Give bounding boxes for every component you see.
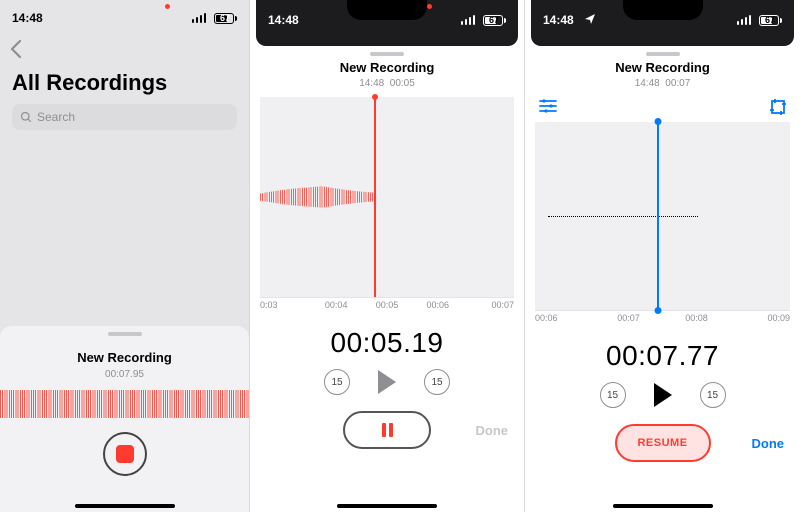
recording-title: New Recording	[250, 60, 524, 75]
recording-title: New Recording	[77, 350, 172, 365]
sheet-grabber[interactable]	[108, 332, 142, 336]
screen-all-recordings: 14:48 67 All Recordings Search New Recor…	[0, 0, 250, 512]
recording-elapsed: 00:07.95	[105, 369, 144, 380]
playhead[interactable]	[657, 122, 659, 310]
recording-indicator-dot	[165, 4, 170, 9]
cellular-icon	[737, 15, 752, 25]
current-time-display: 00:07.77	[525, 340, 800, 372]
waveform-canvas[interactable]	[260, 97, 514, 297]
screen-recording-paused-preview: 14:48 67 New Recording 14:48 00:05 0:030…	[250, 0, 525, 512]
card-top-edge	[256, 36, 518, 46]
home-indicator[interactable]	[337, 504, 437, 508]
status-bar: 14:48 67	[256, 0, 518, 36]
pause-record-button[interactable]	[343, 411, 431, 449]
options-button[interactable]	[539, 99, 557, 120]
pause-icon	[389, 423, 393, 437]
status-time: 14:48	[268, 13, 299, 27]
home-indicator[interactable]	[613, 504, 713, 508]
recording-title: New Recording	[525, 60, 800, 75]
card-top-edge	[531, 36, 794, 46]
waveform-bars	[260, 179, 374, 215]
time-ruler: 0:0300:0400:0500:0600:07	[260, 297, 514, 317]
current-time-display: 00:05.19	[250, 327, 524, 359]
search-placeholder: Search	[37, 110, 75, 124]
waveform-flat	[548, 216, 698, 217]
done-button[interactable]: Done	[476, 423, 509, 438]
battery-icon: 67	[214, 13, 237, 24]
resume-record-button[interactable]: RESUME	[615, 424, 711, 462]
recording-subtitle: 14:48 00:07	[525, 78, 800, 89]
trim-button[interactable]	[770, 99, 786, 120]
page-title: All Recordings	[0, 68, 249, 104]
status-time: 14:48	[12, 11, 43, 25]
cellular-icon	[192, 13, 207, 23]
transport-controls: 15 15	[525, 382, 800, 408]
pause-icon	[382, 423, 386, 437]
battery-icon: 67	[759, 15, 782, 26]
back-button[interactable]	[0, 36, 249, 68]
cellular-icon	[461, 15, 476, 25]
waveform-live	[0, 390, 249, 418]
sheet-grabber[interactable]	[370, 52, 404, 56]
search-icon	[20, 111, 32, 123]
time-ruler: 00:0600:0700:0800:09	[535, 310, 790, 330]
home-indicator[interactable]	[75, 504, 175, 508]
location-icon	[585, 13, 595, 27]
status-bar: 14:48 67	[531, 0, 794, 36]
waveform-canvas[interactable]	[535, 122, 790, 310]
status-bar: 14:48 67	[0, 0, 249, 36]
forward-15-button[interactable]: 15	[700, 382, 726, 408]
stop-icon	[116, 445, 134, 463]
playhead[interactable]	[374, 97, 376, 297]
recording-indicator-dot	[427, 4, 432, 9]
rewind-15-button[interactable]: 15	[600, 382, 626, 408]
notch	[347, 0, 427, 20]
screen-recording-edit: 14:48 67 New Recording 14:48 00:07 00:06…	[525, 0, 800, 512]
recording-subtitle: 14:48 00:05	[250, 78, 524, 89]
transport-controls: 15 15	[250, 369, 524, 395]
notch	[623, 0, 703, 20]
play-button[interactable]	[654, 383, 672, 407]
sheet-grabber[interactable]	[646, 52, 680, 56]
recording-sheet: New Recording 00:07.95	[0, 326, 249, 512]
search-input[interactable]: Search	[12, 104, 237, 130]
forward-15-button[interactable]: 15	[424, 369, 450, 395]
done-button[interactable]: Done	[752, 436, 785, 451]
status-time: 14:48	[543, 13, 574, 27]
battery-icon: 67	[483, 15, 506, 26]
stop-record-button[interactable]	[103, 432, 147, 476]
play-button[interactable]	[378, 370, 396, 394]
rewind-15-button[interactable]: 15	[324, 369, 350, 395]
